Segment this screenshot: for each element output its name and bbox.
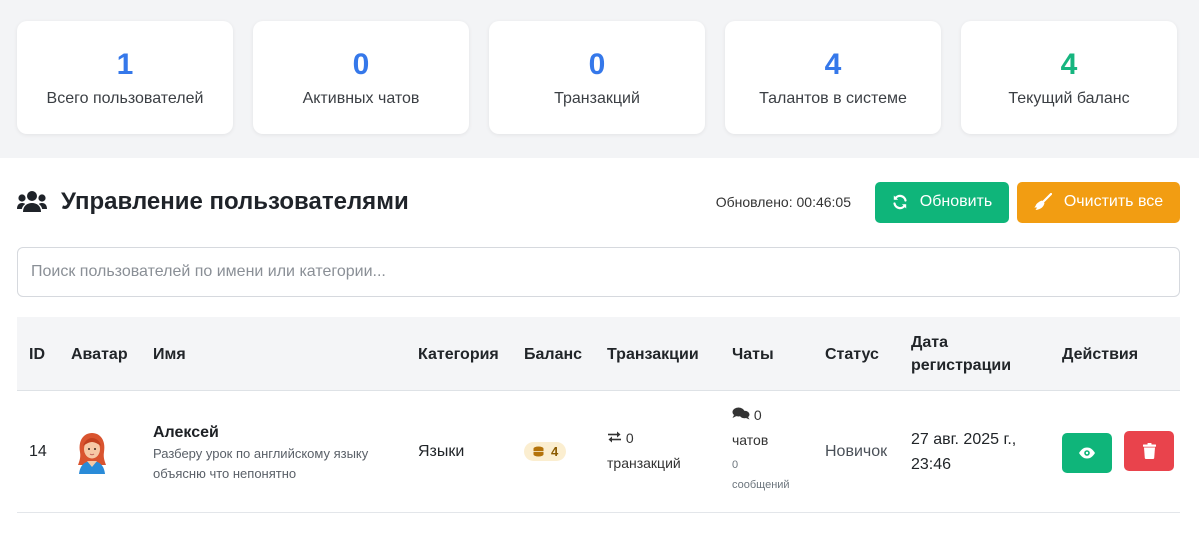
registration-date-line1: 27 авг. 2025 г.,: [911, 431, 1017, 448]
transactions-label: транзакций: [607, 455, 681, 471]
stat-label-users: Всего пользователей: [46, 90, 204, 107]
col-balance: Баланс: [524, 345, 583, 363]
delete-user-button[interactable]: [1124, 431, 1175, 471]
stat-value-transactions: 0: [588, 48, 606, 81]
registration-date: 27 авг. 2025 г., 23:46: [911, 427, 1016, 477]
avatar: [78, 433, 106, 474]
user-name-cell: Алексей Разберу урок по английскому язык…: [153, 424, 403, 484]
col-chats: Чаты: [732, 345, 774, 363]
col-date-line1: Дата: [911, 334, 949, 351]
messages-label: сообщений: [732, 479, 790, 491]
col-registration-date: Дата регистрации: [911, 331, 1011, 377]
stats-section: 1 Всего пользователей 0 Активных чатов 0…: [0, 0, 1199, 158]
stat-label-balance: Текущий баланс: [1008, 90, 1130, 107]
coins-icon: [533, 446, 544, 457]
messages-count: 0: [732, 459, 739, 471]
col-avatar: Аватар: [71, 345, 128, 363]
col-transactions: Транзакции: [607, 345, 699, 363]
col-date-line2: регистрации: [911, 357, 1012, 374]
refresh-button[interactable]: Обновить: [875, 181, 1009, 223]
col-category: Категория: [418, 345, 499, 363]
stat-card-transactions: 0 Транзакций: [489, 21, 705, 134]
user-category: Языки: [418, 443, 465, 460]
col-status: Статус: [825, 345, 879, 363]
page-title: Управление пользователями: [61, 188, 409, 215]
col-actions: Действия: [1062, 345, 1139, 363]
stat-card-talents: 4 Талантов в системе: [725, 21, 941, 134]
stat-card-users: 1 Всего пользователей: [17, 21, 233, 134]
refresh-label: Обновить: [919, 193, 993, 210]
transactions-count: 0: [625, 430, 634, 446]
stat-value-balance: 4: [1060, 48, 1078, 81]
stat-card-balance: 4 Текущий баланс: [961, 21, 1177, 134]
balance-badge: 4: [524, 442, 567, 462]
trash-icon: [1142, 443, 1156, 459]
clear-all-button[interactable]: Очистить все: [1017, 181, 1180, 223]
comments-icon: [732, 407, 750, 420]
transactions-cell: 0 транзакций: [607, 426, 681, 476]
stat-value-users: 1: [116, 48, 134, 81]
updated-timestamp: Обновлено: 00:46:05: [715, 194, 851, 210]
registration-date-line2: 23:46: [911, 456, 952, 473]
stat-label-talents: Талантов в системе: [759, 90, 907, 107]
broom-icon: [1034, 193, 1052, 210]
stat-value-chats: 0: [352, 48, 370, 81]
stat-label-transactions: Транзакций: [554, 90, 640, 107]
col-name: Имя: [153, 345, 186, 363]
user-id: 14: [29, 443, 47, 460]
status-badge: Новичок: [825, 443, 888, 460]
stat-card-chats: 0 Активных чатов: [253, 21, 469, 134]
chats-count: 0: [753, 407, 762, 423]
col-id: ID: [29, 345, 45, 363]
stat-label-chats: Активных чатов: [302, 90, 420, 107]
chats-label: чатов: [732, 432, 769, 448]
user-name: Алексей: [153, 424, 219, 441]
table-row: 14 Алексей Разберу урок по английскому я…: [17, 391, 1180, 513]
eye-icon: [1079, 447, 1095, 459]
stat-value-talents: 4: [824, 48, 842, 81]
view-user-button[interactable]: [1062, 433, 1112, 473]
sync-icon: [893, 194, 907, 210]
clear-all-label: Очистить все: [1063, 193, 1164, 210]
users-table: ID Аватар Имя Категория Баланс Транзакци…: [17, 317, 1180, 513]
table-header: ID Аватар Имя Категория Баланс Транзакци…: [17, 317, 1180, 391]
balance-value: 4: [551, 444, 559, 459]
search-input[interactable]: [17, 247, 1180, 297]
chats-cell: 0 чатов 0 сообщений: [732, 403, 790, 493]
user-description: Разберу урок по английскому языку объясн…: [153, 446, 369, 481]
exchange-icon: [608, 431, 621, 443]
users-icon: [17, 191, 47, 212]
users-header: Управление пользователями Обновлено: 00:…: [17, 180, 1180, 224]
row-actions: [1062, 431, 1175, 473]
